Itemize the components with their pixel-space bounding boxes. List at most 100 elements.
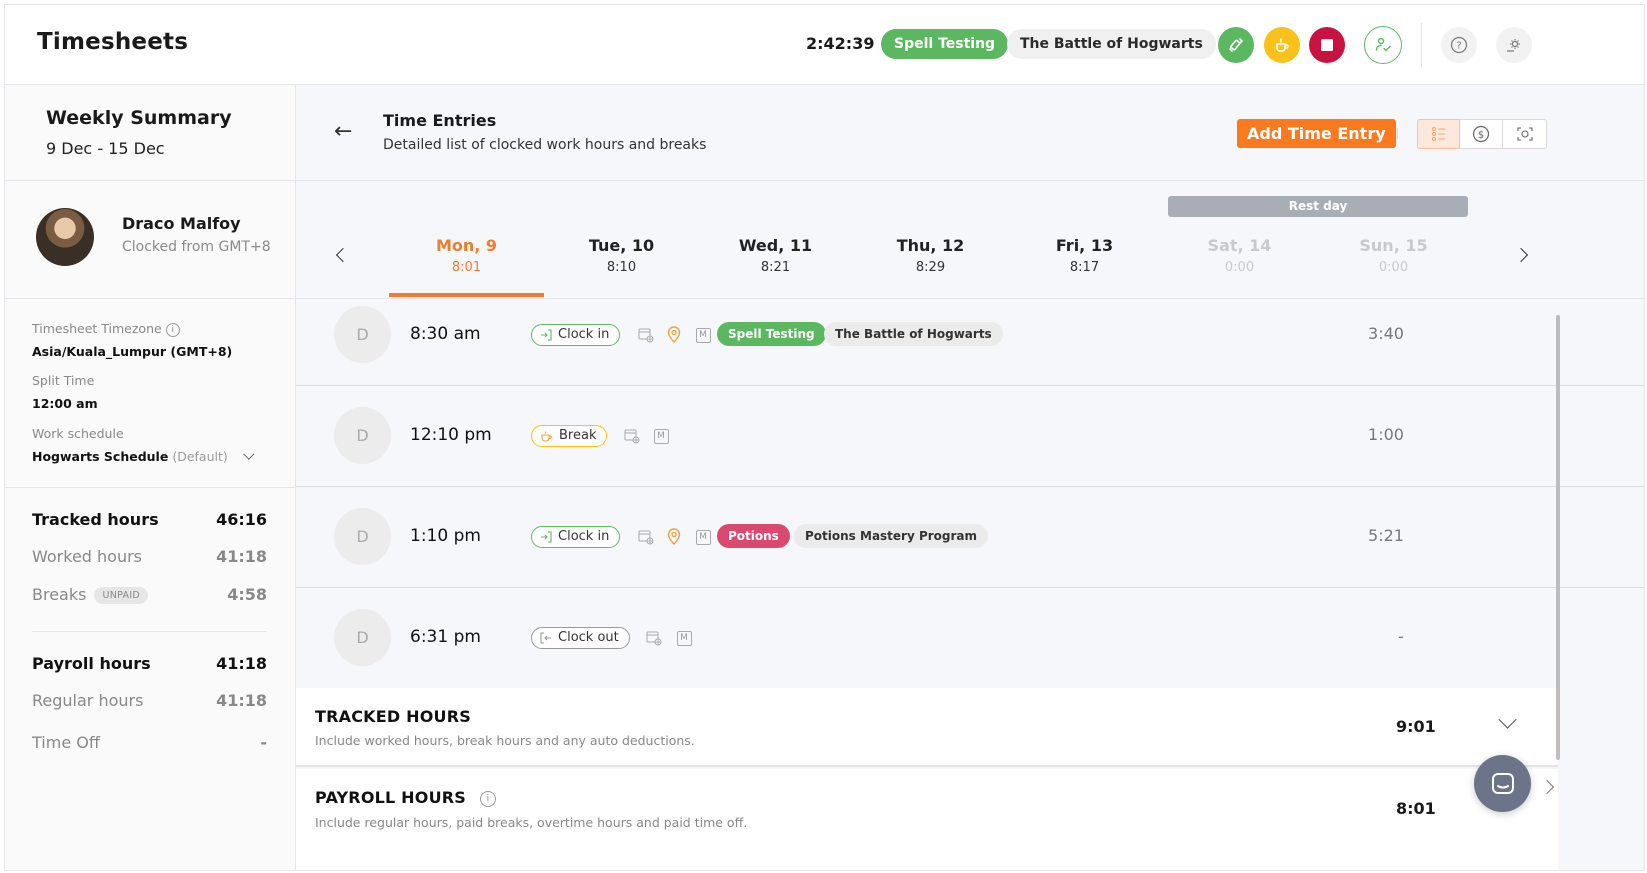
switch-activity-button[interactable] xyxy=(1218,27,1254,63)
activity-tag: Spell Testing xyxy=(717,322,826,346)
timezone-label: Timesheet Timezone i xyxy=(32,321,180,337)
face-scan-icon xyxy=(1516,127,1533,141)
timezone-label-text: Timesheet Timezone xyxy=(32,321,162,336)
time-entry-row[interactable]: D 1:10 pm Clock in M Potions Potions Mas… xyxy=(296,487,1644,588)
time-entry-row[interactable]: D 12:10 pm Break M 1:00 xyxy=(296,386,1644,487)
day-label: Mon, 9 xyxy=(435,236,498,255)
day-tab[interactable]: Fri, 13 8:17 xyxy=(1007,236,1162,275)
settings-icon xyxy=(1507,39,1520,52)
entry-type-label: Clock in xyxy=(558,529,610,544)
tracked-hours-panel[interactable]: TRACKED HOURS Include worked hours, brea… xyxy=(296,688,1558,767)
chat-support-button[interactable] xyxy=(1474,755,1531,812)
tracked-hours-value: 46:16 xyxy=(216,510,267,529)
entry-time: 1:10 pm xyxy=(410,526,481,546)
activity-tag: Potions xyxy=(717,524,790,548)
entry-type-label: Clock in xyxy=(558,327,610,342)
clock-in-badge: Clock in xyxy=(531,324,621,346)
location-pin-icon[interactable] xyxy=(666,325,682,343)
day-tab[interactable]: Wed, 11 8:21 xyxy=(698,236,853,275)
current-project-badge[interactable]: The Battle of Hogwarts xyxy=(1007,29,1216,59)
divider xyxy=(1397,128,1398,139)
day-hours: 8:21 xyxy=(760,260,791,275)
switch-icon xyxy=(1229,38,1244,52)
user-check-icon xyxy=(1375,37,1391,52)
day-label: Fri, 13 xyxy=(1055,236,1114,255)
device-web-icon xyxy=(646,630,662,646)
coffee-icon xyxy=(541,431,552,442)
day-hours: 0:00 xyxy=(1224,260,1255,275)
time-entry-list: D 8:30 am Clock in M Spell Testing The B… xyxy=(296,300,1644,689)
svg-text:?: ? xyxy=(1456,41,1461,52)
cost-view-button[interactable]: $ xyxy=(1460,120,1503,148)
scrollbar[interactable] xyxy=(1556,315,1560,760)
day-hours: 8:17 xyxy=(1069,260,1100,275)
manual-entry-icon: M xyxy=(676,630,692,646)
chevron-down-icon xyxy=(242,448,255,460)
entry-type-label: Break xyxy=(559,428,597,443)
payroll-hours-value: 41:18 xyxy=(216,654,267,673)
time-off-row: Time Off - xyxy=(32,733,267,752)
entry-avatar: D xyxy=(334,306,391,363)
add-time-entry-button[interactable]: Add Time Entry xyxy=(1237,119,1396,148)
payroll-hours-title: PAYROLL HOURS i xyxy=(315,788,497,807)
schedule-dropdown[interactable]: Hogwarts Schedule (Default) xyxy=(32,448,255,464)
info-icon[interactable]: i xyxy=(480,790,497,807)
photo-view-button[interactable] xyxy=(1503,120,1546,148)
entry-avatar: D xyxy=(334,609,391,666)
view-mode-toggle: $ xyxy=(1417,119,1547,149)
project-tag: The Battle of Hogwarts xyxy=(824,322,1003,346)
list-view-button[interactable] xyxy=(1417,119,1460,149)
payroll-hours-row: Payroll hours 41:18 xyxy=(32,654,267,673)
day-tab[interactable]: Tue, 10 8:10 xyxy=(544,236,699,275)
help-icon: ? xyxy=(1450,36,1468,54)
day-tab[interactable]: Mon, 9 8:01 xyxy=(389,236,544,275)
help-button[interactable]: ? xyxy=(1441,27,1477,63)
clock-out-button[interactable] xyxy=(1309,27,1345,63)
split-time-value: 12:00 am xyxy=(32,396,98,411)
entry-avatar: D xyxy=(334,508,391,565)
chevron-down-icon[interactable] xyxy=(1498,710,1517,729)
schedule-default-tag: (Default) xyxy=(172,449,228,464)
user-name: Draco Malfoy xyxy=(122,214,241,233)
regular-hours-value: 41:18 xyxy=(216,691,267,710)
timezone-value: Asia/Kuala_Lumpur (GMT+8) xyxy=(32,344,233,359)
next-week-button[interactable] xyxy=(1513,247,1529,263)
day-tab[interactable]: Sat, 14 0:00 xyxy=(1162,236,1317,275)
running-timer: 2:42:39 xyxy=(806,34,875,53)
info-icon[interactable]: i xyxy=(165,322,180,337)
regular-hours-row: Regular hours 41:18 xyxy=(32,691,267,710)
divider xyxy=(32,631,267,632)
breaks-row: Breaks UNPAID 4:58 xyxy=(32,585,267,604)
day-label: Thu, 12 xyxy=(896,236,965,255)
weekly-summary-header: Weekly Summary 9 Dec - 15 Dec xyxy=(5,85,295,181)
settings-button[interactable] xyxy=(1496,27,1532,63)
back-arrow-icon[interactable]: ← xyxy=(334,119,352,144)
time-off-label: Time Off xyxy=(32,733,100,752)
worked-hours-value: 41:18 xyxy=(216,547,267,566)
day-hours: 8:01 xyxy=(451,260,482,275)
current-activity-badge[interactable]: Spell Testing xyxy=(881,29,1009,59)
active-day-indicator xyxy=(389,293,544,297)
time-entries-header: ← Time Entries Detailed list of clocked … xyxy=(296,85,1644,181)
clock-out-badge: Clock out xyxy=(531,627,630,649)
manual-entry-icon: M xyxy=(653,428,669,444)
date-range: 9 Dec - 15 Dec xyxy=(46,139,165,158)
location-pin-icon[interactable] xyxy=(666,527,682,545)
break-button[interactable] xyxy=(1264,27,1300,63)
day-tab[interactable]: Sun, 15 0:00 xyxy=(1316,236,1471,275)
day-label: Sat, 14 xyxy=(1207,236,1272,255)
previous-week-button[interactable] xyxy=(335,247,351,263)
schedule-value: Hogwarts Schedule xyxy=(32,449,169,464)
time-entry-row[interactable]: D 6:31 pm Clock out M - xyxy=(296,588,1644,689)
payroll-hours-total: 8:01 xyxy=(1396,799,1436,818)
clock-in-badge: Clock in xyxy=(531,526,621,548)
user-timezone-note: Clocked from GMT+8 xyxy=(122,239,271,255)
manual-entry-icon: M xyxy=(695,529,711,545)
day-tab[interactable]: Thu, 12 8:29 xyxy=(853,236,1008,275)
svg-text:$: $ xyxy=(1478,130,1484,141)
top-bar: Timesheets 2:42:39 Spell Testing The Bat… xyxy=(5,5,1644,85)
user-check-button[interactable] xyxy=(1364,26,1402,64)
time-entry-row[interactable]: D 8:30 am Clock in M Spell Testing The B… xyxy=(296,300,1644,386)
payroll-hours-panel[interactable]: PAYROLL HOURS i Include regular hours, pa… xyxy=(296,769,1558,870)
entry-duration: - xyxy=(1398,627,1404,646)
